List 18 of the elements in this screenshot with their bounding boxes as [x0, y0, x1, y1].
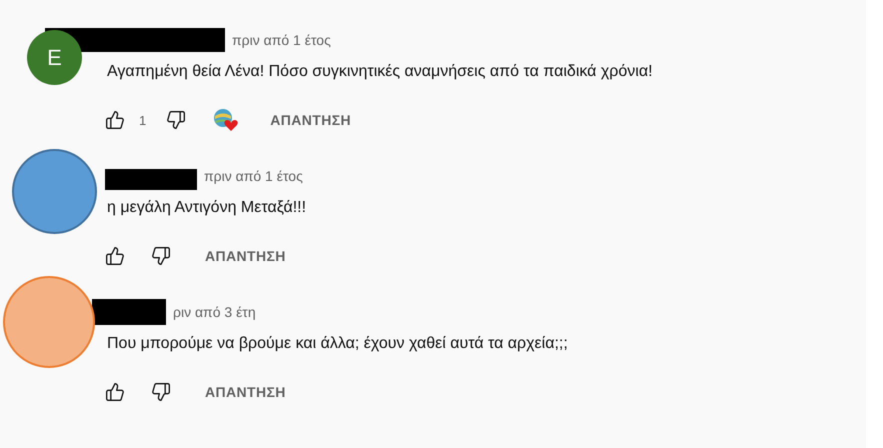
reply-button[interactable]: ΑΠΑΝΤΗΣΗ	[205, 378, 286, 406]
like-button[interactable]	[105, 110, 125, 130]
like-button[interactable]	[105, 382, 125, 402]
reply-button[interactable]: ΑΠΑΝΤΗΣΗ	[205, 242, 286, 270]
avatar[interactable]: E	[27, 30, 82, 85]
comment-time: ριν από 3 έτη	[173, 304, 256, 320]
like-button[interactable]	[105, 246, 125, 266]
dislike-button[interactable]	[166, 110, 186, 130]
comment-text: Που μπορούμε να βρούμε και άλλα; έχουν χαθεί αυτά τα αρχεία;;;	[107, 334, 569, 354]
comment-time: πριν από 1 έτος	[232, 32, 331, 48]
dislike-button[interactable]	[151, 382, 171, 402]
comment-text: Αγαπημένη θεία Λένα! Πόσο συγκινητικές αναμνήσεις από τα παιδικά χρόνια!	[107, 62, 654, 82]
like-count: 1	[139, 112, 146, 128]
comment-time: πριν από 1 έτος	[204, 168, 303, 184]
reply-button[interactable]: ΑΠΑΝΤΗΣΗ	[270, 106, 352, 134]
heart-avatar-icon	[212, 108, 240, 132]
dislike-button[interactable]	[151, 246, 171, 266]
comment-text: η μεγάλη Αντιγόνη Μεταξά!!!	[107, 198, 308, 218]
